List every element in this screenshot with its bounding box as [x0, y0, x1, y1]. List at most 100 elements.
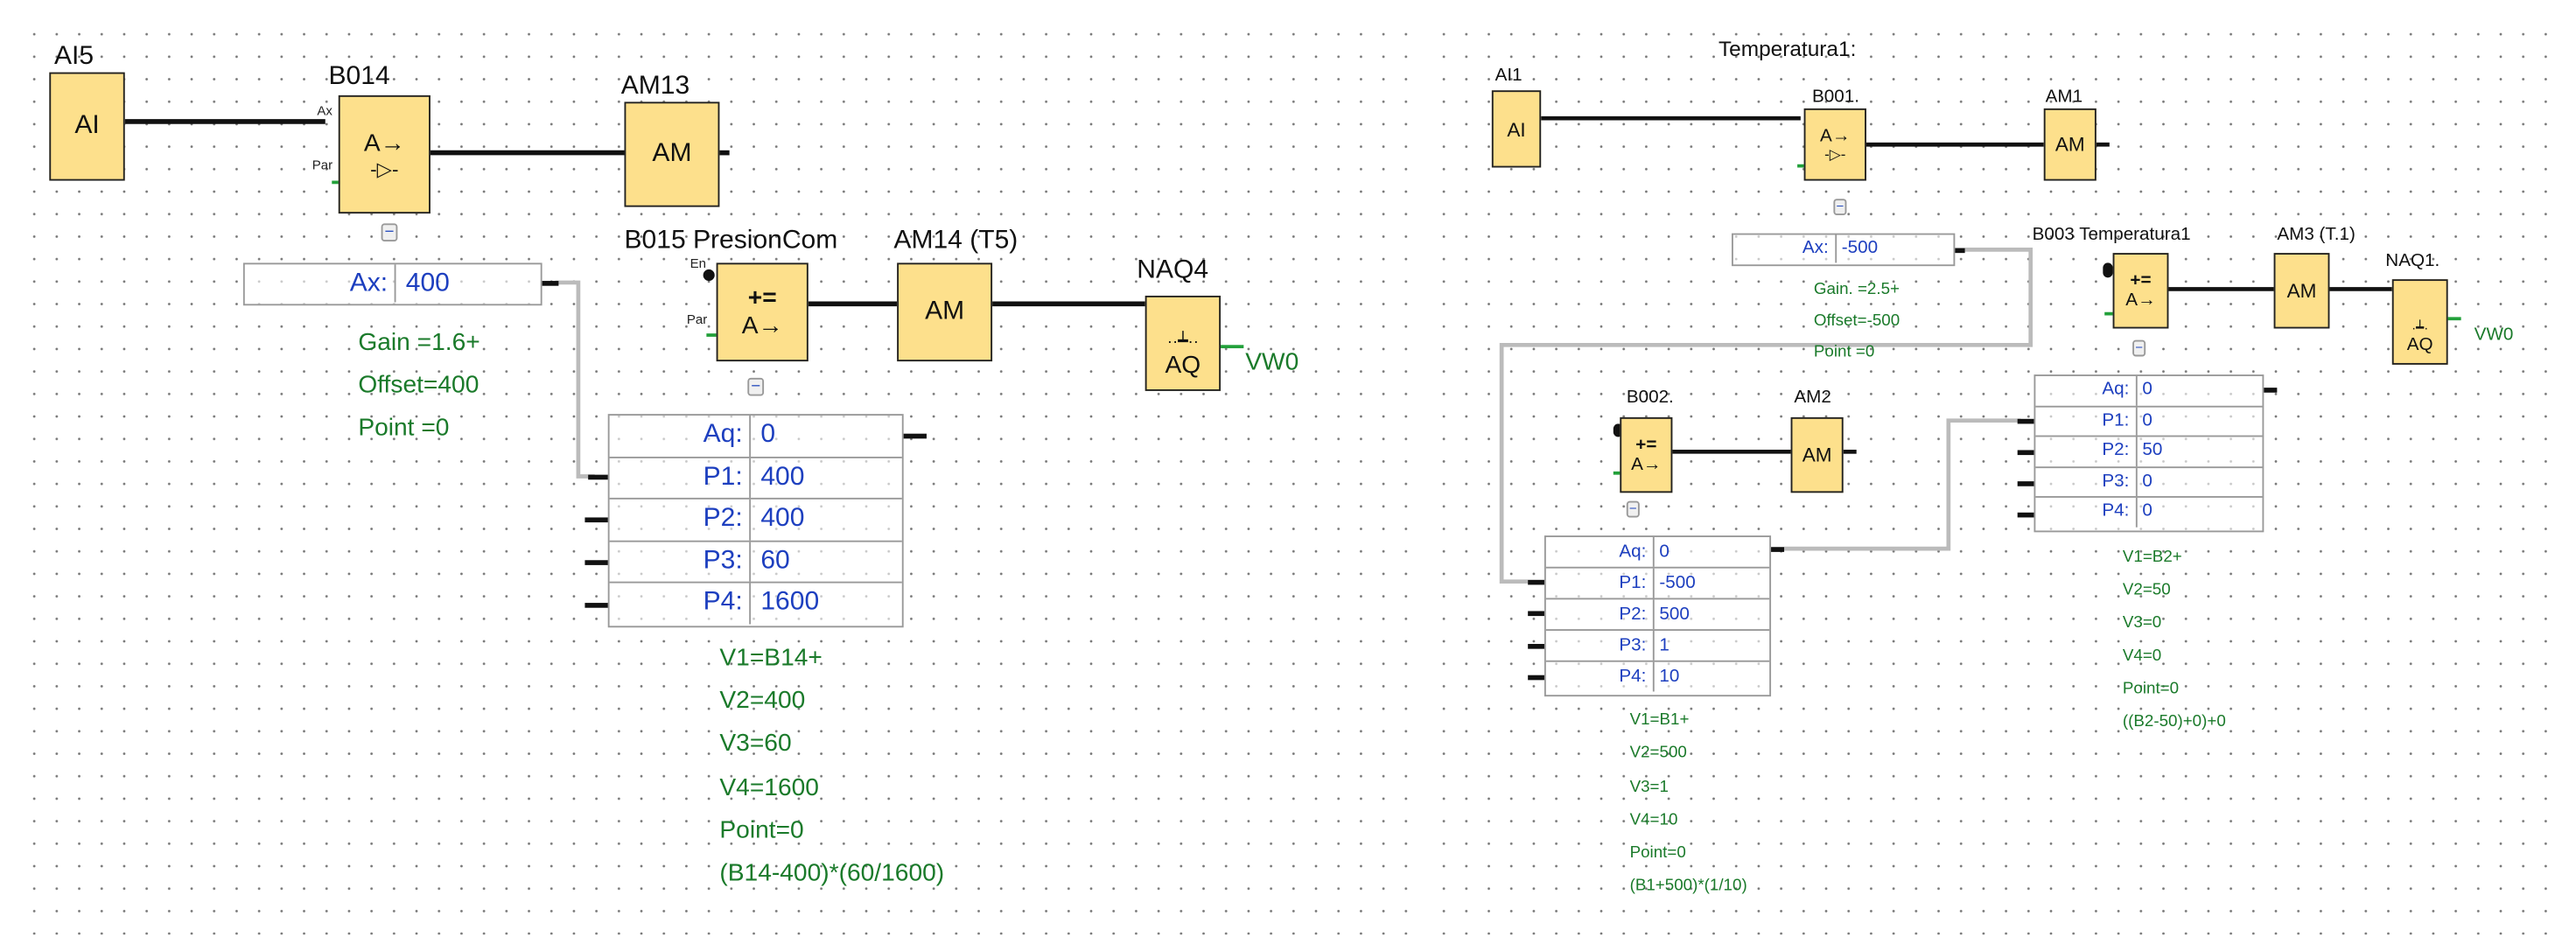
row-name: P3: — [2035, 467, 2138, 497]
formula-line: V2=500 — [1629, 745, 1687, 763]
am13-symbol: AM — [652, 139, 692, 168]
ai5-label: AI5 — [53, 42, 94, 71]
analog-amplifier-symbol: A→ — [363, 129, 405, 157]
b001-collapse-button[interactable]: − — [1833, 199, 1847, 215]
formula-line: (B1+500)*(1/10) — [1629, 878, 1747, 897]
b014-label: B014 — [328, 62, 390, 91]
formula-line: V3=1 — [1629, 778, 1669, 796]
row-value: 0 — [2142, 409, 2152, 430]
am13-block[interactable]: AM — [624, 101, 720, 207]
offset-line: Offset=400 — [358, 371, 480, 400]
b001-block[interactable]: A→ -▷- — [1803, 108, 1866, 181]
row-name: P3: — [610, 541, 752, 582]
b003-collapse-button[interactable]: − — [2132, 339, 2146, 357]
b003-block[interactable]: += A→ — [2112, 253, 2169, 329]
naq1-block[interactable]: ·┷· AQ — [2391, 279, 2448, 365]
b015-symbol-top: += — [747, 283, 777, 312]
naq4-block[interactable]: ··┷·· AQ — [1144, 295, 1222, 391]
row-name: Aq: — [1546, 536, 1655, 567]
naq4-symbol: AQ — [1165, 351, 1201, 380]
param-value: 400 — [405, 269, 450, 297]
naq4-label: NAQ4 — [1137, 255, 1209, 284]
am2-block[interactable]: AM — [1790, 416, 1844, 493]
am14-block[interactable]: AM — [897, 262, 993, 362]
b014-pin-ax: Ax — [317, 103, 332, 119]
row-value: 400 — [760, 462, 805, 491]
am1-label: AM1 — [2045, 87, 2083, 108]
b001-param-text: Gain. =2.5+ Offset=-500 Point =0 — [1814, 275, 1900, 368]
table-row: P2: 500 — [1545, 599, 1770, 631]
am14-label: AM14 (T5) — [893, 227, 1018, 255]
b002-collapse-button[interactable]: − — [1626, 500, 1640, 518]
b014-collapse-button[interactable]: − — [381, 223, 398, 242]
b015-collapse-button[interactable]: − — [747, 377, 765, 396]
row-value: 0 — [1659, 542, 1670, 563]
amplifier-icon: -▷- — [1824, 145, 1846, 162]
row-name: P4: — [2035, 498, 2138, 528]
connector-stub — [2017, 450, 2034, 455]
analog-amplifier-symbol: A→ — [1820, 125, 1851, 146]
connector-stub — [2017, 512, 2034, 517]
b003-enable-dot — [2103, 262, 2113, 278]
table-row: Aq: 0 — [2035, 375, 2263, 407]
table-row: Aq: 0 — [609, 416, 902, 458]
ai5-block[interactable]: AI — [49, 72, 125, 181]
ai1-symbol: AI — [1507, 117, 1526, 141]
row-value: -500 — [1659, 573, 1696, 593]
ai1-block[interactable]: AI — [1491, 90, 1542, 168]
b014-pin-par: Par — [312, 157, 333, 173]
formula-line: V4=10 — [1629, 811, 1678, 829]
b014-param-box[interactable]: Ax: 400 — [242, 262, 542, 306]
gain-line: Gain. =2.5+ — [1813, 281, 1900, 299]
am13-label: AM13 — [620, 72, 690, 101]
connector-stub — [584, 560, 608, 565]
table-row: P4: 0 — [2035, 498, 2262, 528]
row-name: P2: — [1546, 599, 1655, 630]
b015-par-pin-line — [706, 333, 717, 336]
b001-param-box[interactable]: Ax: -500 — [1731, 233, 1956, 267]
am1-symbol: AM — [2054, 133, 2085, 157]
table-row: P3: 1 — [1545, 630, 1770, 662]
formula-line: V2=50 — [2122, 581, 2171, 600]
am1-block[interactable]: AM — [2043, 108, 2096, 181]
formula-line: ((B2-50)+0)+0 — [2122, 712, 2226, 731]
connector-stub — [1528, 579, 1544, 584]
table-row: P1: -500 — [1545, 568, 1770, 600]
row-name: P1: — [2035, 406, 2138, 436]
row-name: P4: — [1546, 661, 1655, 692]
connector-stub — [584, 517, 608, 523]
row-value: 0 — [760, 420, 776, 449]
b002-label: B002. — [1626, 388, 1674, 408]
row-value: 50 — [2142, 440, 2163, 461]
naq1-symbol: AQ — [2406, 335, 2433, 355]
connector-stub — [1955, 248, 1965, 253]
b015-param-table[interactable]: Aq: 0 P1: 400 P2: 400 P3: 60 P4: 1600 — [607, 414, 904, 628]
b002-param-table[interactable]: Aq: 0 P1: -500 P2: 500 P3: 1 P4: 10 — [1544, 535, 1772, 697]
row-value: 10 — [1659, 667, 1680, 687]
row-value: 0 — [2142, 501, 2152, 521]
b003-label: B003 Temperatura1 — [2032, 225, 2191, 245]
ai1-label: AI1 — [1494, 66, 1522, 86]
b002-block[interactable]: += A→ — [1620, 416, 1673, 493]
connector-stub — [588, 474, 608, 480]
row-name: P4: — [610, 583, 752, 624]
naq1-output-line — [2447, 317, 2461, 320]
table-row: P4: 10 — [1546, 661, 1769, 692]
b001-par-pin-line — [1797, 164, 1804, 167]
b003-param-table[interactable]: Aq: 0 P1: 0 P2: 50 P3: 0 P4: 0 — [2034, 374, 2264, 533]
formula-line: V4=0 — [2122, 647, 2162, 666]
formula-line: V3=0 — [2122, 614, 2162, 633]
row-name: P1: — [610, 457, 752, 498]
b014-block[interactable]: A→ -▷- — [338, 94, 430, 214]
connector-stub — [2017, 481, 2034, 486]
connector-stub — [2264, 388, 2278, 392]
am3-block[interactable]: AM — [2273, 253, 2330, 329]
b015-block[interactable]: += A→ — [716, 262, 808, 362]
formula-line: V4=1600 — [719, 773, 819, 801]
param-name: Ax: — [245, 264, 396, 303]
formula-line: V1=B1+ — [1629, 711, 1690, 730]
table-row: P3: 60 — [609, 541, 902, 584]
am3-label: AM3 (T.1) — [2277, 225, 2356, 245]
connector-stub — [1528, 644, 1544, 648]
connector-stub — [542, 281, 559, 286]
